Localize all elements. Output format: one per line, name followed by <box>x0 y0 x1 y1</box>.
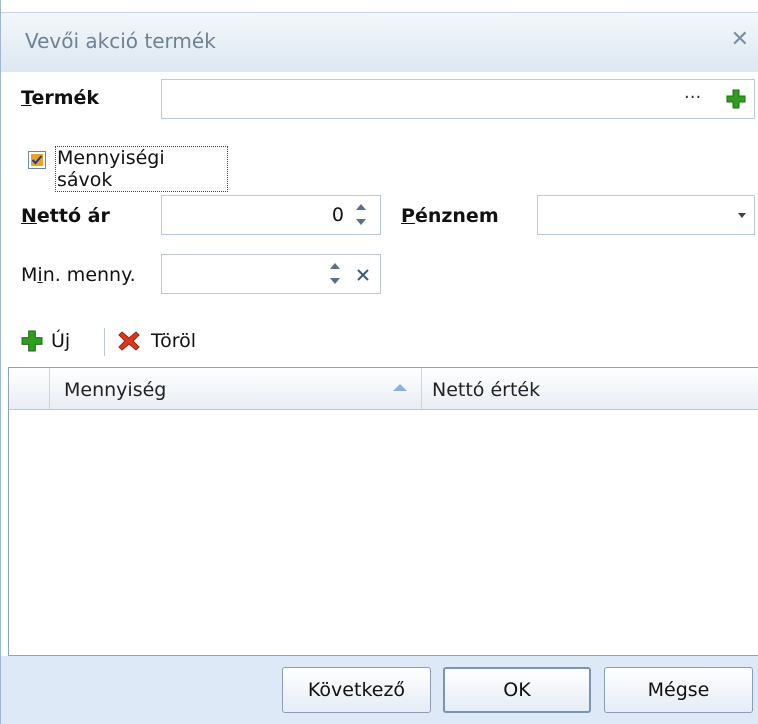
net-price-field[interactable]: 0 <box>161 195 381 235</box>
delete-icon <box>118 331 140 351</box>
row-indicator-header <box>9 368 50 409</box>
net-price-spinner[interactable] <box>354 200 368 230</box>
sort-ascending-icon <box>393 384 407 391</box>
add-product-icon[interactable] <box>726 89 746 109</box>
dialog-window: Vevői akció termék ✕ Termék ··· Mennyisé… <box>0 0 758 724</box>
checkbox-label: Mennyiségi sávok <box>55 146 228 192</box>
close-icon[interactable]: ✕ <box>731 27 749 52</box>
product-label: Termék <box>21 87 100 109</box>
column-header-quantity-label: Mennyiség <box>64 379 167 401</box>
grid-toolbar: Új Töröl <box>1 318 758 362</box>
checkbox-checked-icon <box>28 151 46 169</box>
delete-label: Töröl <box>151 330 197 352</box>
clear-icon[interactable] <box>356 268 370 282</box>
min-qty-field[interactable] <box>161 254 381 294</box>
browse-dots-icon[interactable]: ··· <box>684 87 701 108</box>
ok-button[interactable]: OK <box>443 667 591 713</box>
currency-label: Pénznem <box>401 205 499 227</box>
new-label: Új <box>51 330 71 352</box>
product-field[interactable]: ··· <box>161 79 755 119</box>
net-price-value: 0 <box>331 204 344 226</box>
add-icon <box>21 330 43 352</box>
window-title: Vevői akció termék <box>25 29 216 53</box>
dropdown-arrow-icon[interactable] <box>738 213 746 218</box>
min-qty-spinner[interactable] <box>328 259 342 289</box>
column-header-net-value[interactable]: Nettó érték <box>422 368 758 409</box>
grid-header: Mennyiség Nettó érték <box>9 368 758 410</box>
column-header-quantity[interactable]: Mennyiség <box>50 368 422 409</box>
cancel-button[interactable]: Mégse <box>604 667 753 713</box>
quantity-bands-checkbox[interactable]: Mennyiségi sávok <box>28 146 228 192</box>
min-qty-label: Min. menny. <box>21 264 136 286</box>
next-button[interactable]: Következő <box>282 667 431 713</box>
delete-button[interactable]: Töröl <box>117 328 227 356</box>
new-button[interactable]: Új <box>21 328 101 356</box>
quantity-bands-grid[interactable]: Mennyiség Nettó érték <box>8 367 758 656</box>
net-price-label: Nettó ár <box>21 205 110 227</box>
currency-select[interactable] <box>537 195 755 235</box>
column-header-net-value-label: Nettó érték <box>432 379 541 401</box>
toolbar-separator <box>104 328 105 356</box>
title-bar: Vevői akció termék ✕ <box>1 12 758 72</box>
button-bar: Következő OK Mégse <box>1 656 758 724</box>
